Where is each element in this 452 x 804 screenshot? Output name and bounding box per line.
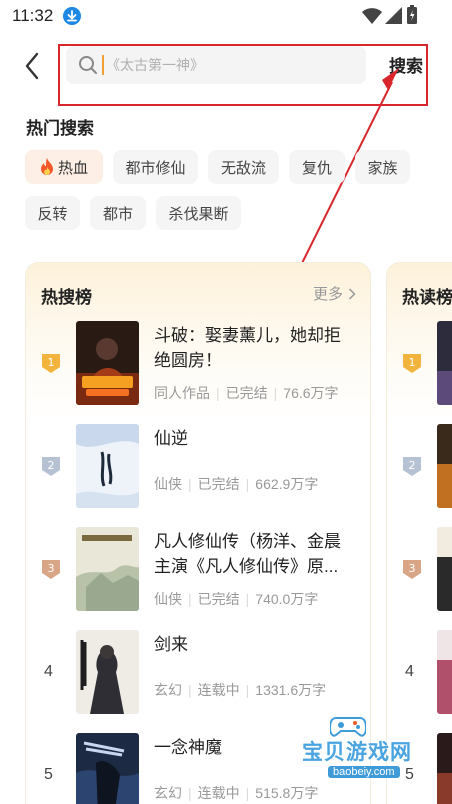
book-status: 连载中 (197, 682, 240, 698)
rank-number: 1 (409, 356, 416, 369)
rank-number: 4 (44, 663, 53, 680)
book-genre: 玄幻 (154, 682, 182, 698)
tag-label: 家族 (367, 159, 398, 177)
text-caret (102, 55, 104, 75)
search-button[interactable]: 搜索 (389, 52, 423, 77)
tag-label: 都市修仙 (125, 159, 186, 177)
tag-label: 都市 (102, 205, 133, 223)
book-meta: 玄幻 | 连载中 | 1331.6万字 (154, 682, 327, 698)
book-genre: 仙侠 (154, 591, 182, 607)
book-genre: 同人作品 (154, 385, 210, 401)
book-item[interactable]: 1 斗破：娶妻薰儿，她却拒绝圆房！ 同人作品 | 已完结 | 76.6万字 (26, 321, 372, 405)
book-cover (76, 424, 139, 508)
book-genre: 仙侠 (154, 476, 182, 492)
chevron-right-icon (348, 287, 356, 300)
side-book-item[interactable]: 3 (387, 527, 452, 611)
wifi-icon (362, 8, 382, 24)
rank-badge-gold: 1 (403, 354, 421, 373)
status-time: 11:32 (12, 6, 54, 25)
rank-number: 4 (405, 663, 414, 680)
hot-list-title: 热搜榜 (41, 288, 92, 307)
book-cover (437, 321, 452, 405)
book-cover (76, 630, 139, 714)
tag-ruthless[interactable]: 杀伐果断 (156, 196, 241, 230)
book-title: 仙逆 (154, 429, 188, 448)
rank-badge-gold: 1 (42, 354, 60, 373)
tag-urban[interactable]: 都市 (90, 196, 146, 230)
tag-label: 热血 (57, 159, 88, 177)
gamepad-icon (330, 717, 366, 737)
book-cover (437, 630, 452, 714)
book-cover (437, 424, 452, 508)
book-title: 剑来 (154, 635, 188, 654)
book-cover (76, 527, 139, 611)
tag-invincible[interactable]: 无敌流 (208, 150, 279, 184)
book-meta: 仙侠 | 已完结 | 740.0万字 (154, 591, 319, 607)
book-meta: 同人作品 | 已完结 | 76.6万字 (154, 385, 339, 401)
book-words: 662.9万字 (255, 476, 319, 492)
rank-badge-silver: 2 (403, 457, 421, 476)
book-meta: 仙侠 | 已完结 | 662.9万字 (154, 476, 319, 492)
more-link[interactable]: 更多 (313, 283, 356, 304)
tag-label: 反转 (37, 205, 68, 223)
book-status: 连载中 (197, 785, 240, 801)
tag-label: 杀伐果断 (168, 205, 229, 223)
book-status: 已完结 (225, 385, 268, 401)
rank-badge-silver: 2 (42, 457, 60, 476)
search-input[interactable] (106, 50, 346, 80)
tag-family[interactable]: 家族 (355, 150, 410, 184)
tag-twist[interactable]: 反转 (25, 196, 80, 230)
tag-revenge[interactable]: 复仇 (289, 150, 345, 184)
tag-urban-cultivation[interactable]: 都市修仙 (113, 150, 198, 184)
side-book-item[interactable]: 1 (387, 321, 452, 405)
tag-hot-blood[interactable]: 热血 (25, 150, 103, 184)
rank-number: 2 (48, 459, 55, 472)
watermark-text: 宝贝游戏网 (302, 740, 412, 764)
search-icon (79, 56, 97, 74)
book-item[interactable]: 3 凡人修仙传（杨洋、金晨主演《凡人修仙传》原... 仙侠 | 已完结 | 740.0万… (26, 527, 372, 611)
status-bar: 11:32 (0, 0, 452, 34)
book-item[interactable]: 2 仙逆 仙侠 | 已完结 | 662.9万字 (26, 424, 372, 508)
book-title: 凡人修仙传（杨洋、金晨主演《凡人修仙传》原... (154, 532, 341, 576)
book-meta: 玄幻 | 连载中 | 515.8万字 (154, 785, 319, 801)
search-box[interactable] (66, 46, 366, 84)
book-title: 斗破：娶妻薰儿，她却拒绝圆房！ (154, 326, 341, 370)
book-genre: 玄幻 (154, 785, 182, 801)
book-words: 515.8万字 (255, 785, 319, 801)
download-icon (63, 7, 81, 25)
book-item[interactable]: 4 剑来 玄幻 | 连载中 | 1331.6万字 (26, 630, 372, 714)
more-label: 更多 (312, 286, 343, 303)
book-words: 1331.6万字 (255, 682, 327, 698)
rank-badge-bronze: 3 (42, 560, 60, 579)
tag-label: 无敌流 (220, 159, 266, 177)
book-words: 76.6万字 (283, 385, 339, 401)
fire-icon (40, 158, 53, 175)
rank-number: 3 (409, 562, 416, 575)
rank-number: 5 (44, 766, 53, 783)
side-book-item[interactable]: 2 (387, 424, 452, 508)
watermark: 宝贝游戏网 baobeiy.com (300, 714, 440, 784)
signal-icon (385, 7, 402, 24)
rank-number: 2 (409, 459, 416, 472)
side-book-item[interactable]: 4 (387, 630, 452, 714)
book-words: 740.0万字 (255, 591, 319, 607)
book-cover (437, 527, 452, 611)
hot-search-title: 热门搜索 (26, 119, 94, 138)
book-cover (76, 321, 139, 405)
tag-label: 复仇 (301, 159, 332, 177)
rank-number: 1 (48, 356, 55, 369)
hot-read-title: 热读榜 (402, 288, 452, 307)
book-status: 已完结 (197, 476, 240, 492)
book-status: 已完结 (197, 591, 240, 607)
rank-badge-bronze: 3 (403, 560, 421, 579)
battery-charging-icon (407, 5, 417, 24)
watermark-url: baobeiy.com (328, 766, 400, 778)
rank-number: 3 (48, 562, 55, 575)
book-cover (76, 733, 139, 804)
back-button[interactable] (20, 50, 46, 82)
